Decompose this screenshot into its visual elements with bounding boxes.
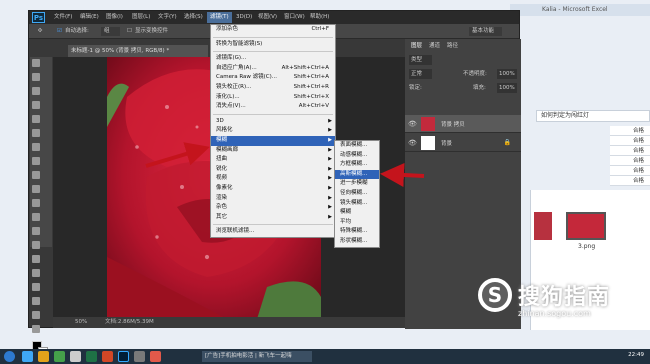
- taskbar-window-label[interactable]: [广告]手机拍电影活 | 新飞车一起嗨: [202, 351, 312, 362]
- taskbar-icon[interactable]: [86, 351, 97, 362]
- taskbar-icon[interactable]: [134, 351, 145, 362]
- taskbar-icon[interactable]: [70, 351, 81, 362]
- clock: 22:49: [628, 352, 644, 358]
- taskbar: [广告]手机拍电影活 | 新飞车一起嗨 22:49: [0, 349, 650, 364]
- sogou-logo-icon: S: [478, 278, 512, 312]
- watermark-url: zhinan.sogou.com: [518, 309, 591, 318]
- arrow-to-gaussian: [380, 163, 425, 187]
- start-button[interactable]: [4, 351, 15, 362]
- taskbar-icon[interactable]: [54, 351, 65, 362]
- watermark-text: 搜狗指南: [518, 285, 611, 310]
- watermark: S 搜狗指南 zhinan.sogou.com: [478, 275, 650, 323]
- taskbar-icon[interactable]: [38, 351, 49, 362]
- arrow-to-blur: [145, 142, 210, 168]
- taskbar-icon[interactable]: [22, 351, 33, 362]
- taskbar-icon[interactable]: [150, 351, 161, 362]
- taskbar-icon[interactable]: [102, 351, 113, 362]
- photoshop-taskbar-icon[interactable]: [118, 351, 129, 362]
